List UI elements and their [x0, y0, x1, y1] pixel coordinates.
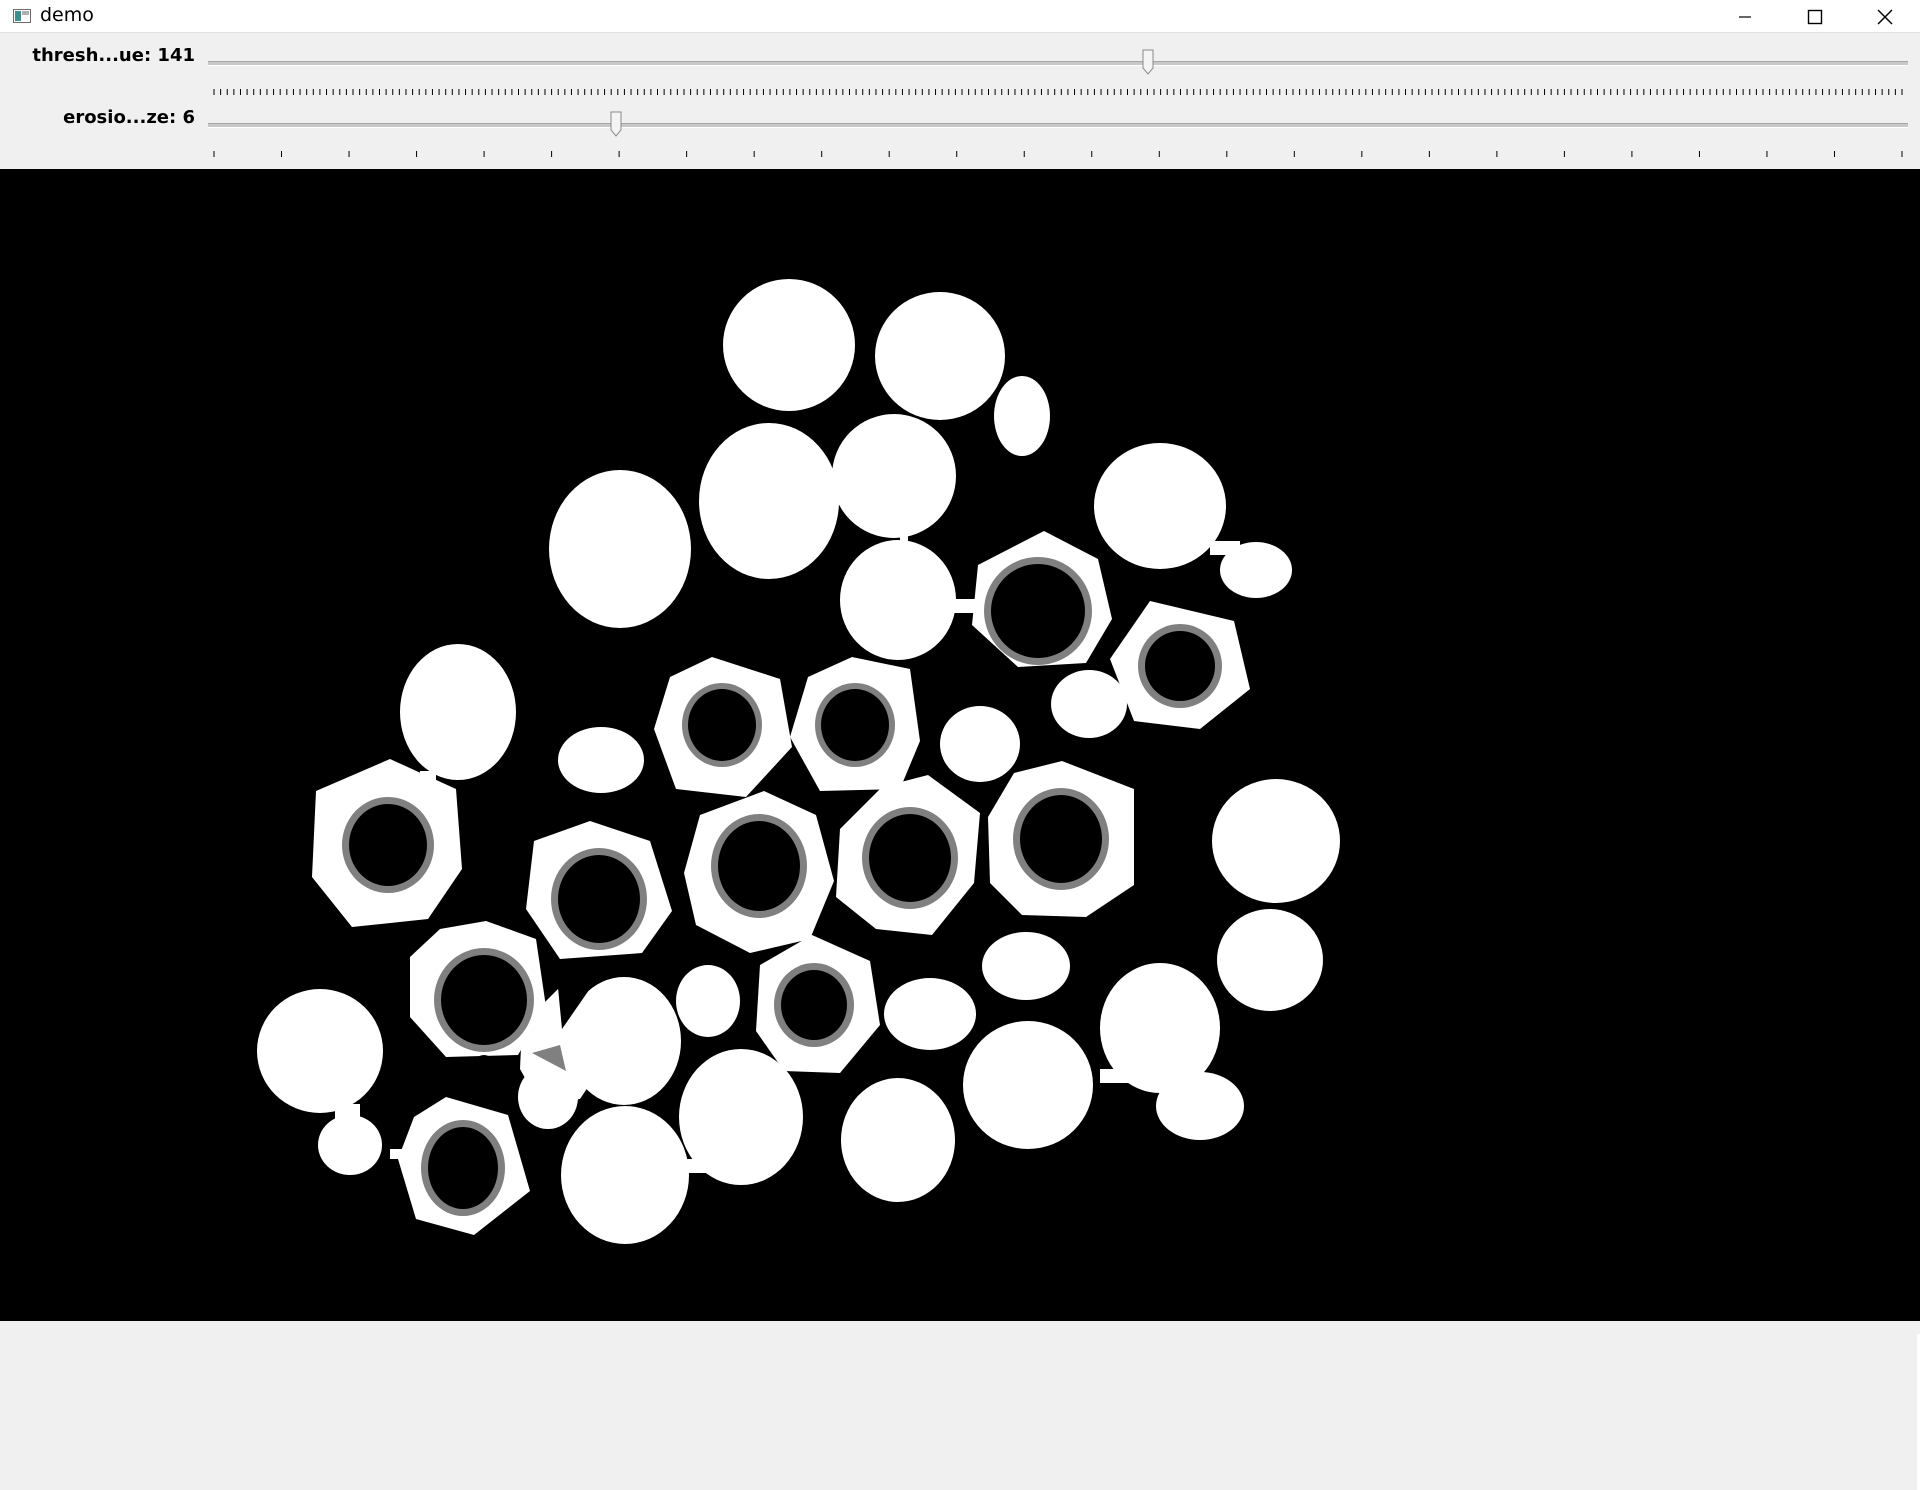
slider-handle[interactable]	[610, 111, 622, 137]
minimize-button[interactable]	[1710, 0, 1780, 33]
blob	[875, 292, 1005, 420]
blob	[400, 644, 516, 780]
minimize-icon	[1739, 15, 1751, 18]
blob	[723, 279, 855, 411]
maximize-button[interactable]	[1780, 0, 1850, 33]
blob	[994, 376, 1050, 456]
slider-ticks	[213, 89, 1903, 95]
blob	[840, 540, 956, 660]
blob	[1156, 1072, 1244, 1140]
image-view	[0, 169, 1920, 1490]
blob	[257, 989, 383, 1113]
trackbar-panel: thresh...ue: 141 erosio...ze: 6	[0, 33, 1920, 169]
blob	[1217, 909, 1323, 1011]
blob	[1051, 670, 1127, 738]
erosion-slider[interactable]	[208, 99, 1908, 157]
close-button[interactable]	[1850, 0, 1920, 33]
window-title: demo	[40, 4, 94, 26]
segmentation-image	[257, 279, 1340, 1244]
slider-groove	[208, 123, 1908, 128]
slider-ticks	[213, 151, 1903, 157]
close-icon	[1877, 9, 1893, 24]
blob	[676, 965, 740, 1037]
blob	[982, 932, 1070, 1000]
blob	[940, 706, 1020, 782]
blob	[841, 1078, 955, 1202]
threshold-label: thresh...ue: 141	[32, 45, 195, 66]
erosion-label: erosio...ze: 6	[63, 107, 195, 128]
blob	[1094, 443, 1226, 569]
slider-handle[interactable]	[1142, 49, 1154, 75]
maximize-icon	[1807, 9, 1823, 24]
blob	[1212, 779, 1340, 903]
blob	[558, 727, 644, 793]
title-bar: demo	[0, 0, 1920, 33]
threshold-slider[interactable]	[208, 37, 1908, 95]
slider-groove	[208, 61, 1908, 66]
blob	[561, 1106, 689, 1244]
blob	[699, 423, 839, 579]
blob	[549, 470, 691, 628]
blob	[963, 1021, 1093, 1149]
blob	[884, 978, 976, 1050]
app-icon	[13, 9, 31, 23]
